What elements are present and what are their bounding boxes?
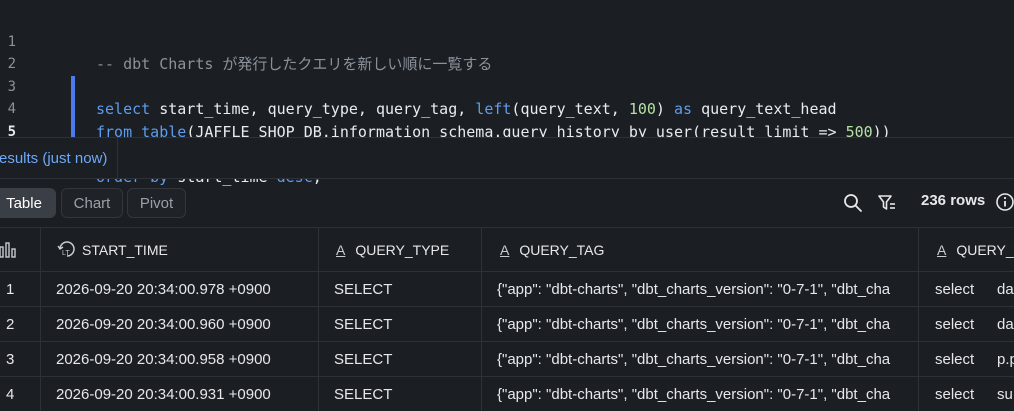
column-header-label: QUERY_TYPE	[355, 241, 450, 258]
cell-query-text[interactable]: select	[935, 307, 985, 341]
column-header-label: QUERY_TAG	[519, 241, 605, 258]
svg-text:LT: LT	[62, 250, 70, 257]
cell-query-text[interactable]: select	[935, 342, 985, 376]
column-stats-header[interactable]	[0, 228, 40, 271]
cell-start-time[interactable]: 2026-09-20 20:34:00.931 +0900	[56, 377, 316, 411]
cell-start-time[interactable]: 2026-09-20 20:34:00.958 +0900	[56, 342, 316, 376]
results-panel-header: esults (just now)	[0, 137, 1014, 179]
clock-icon: LT	[57, 240, 75, 257]
cell-query-tag[interactable]: {"app": "dbt-charts", "dbt_charts_versio…	[497, 377, 918, 411]
code-line-3[interactable]: 3 from table(JAFFLE_SHOP_DB.information_…	[0, 53, 1014, 141]
cell-query-tag[interactable]: {"app": "dbt-charts", "dbt_charts_versio…	[497, 342, 918, 376]
column-header-query-type[interactable]: A QUERY_TYPE	[336, 228, 476, 271]
cell-query-text[interactable]: select	[935, 377, 985, 411]
code-line-1[interactable]: 1 -- dbt Charts が発行したクエリを新しい順に一覧する	[0, 8, 1014, 74]
table-row[interactable]: 4 2026-09-20 20:34:00.931 +0900 SELECT {…	[0, 377, 1014, 411]
table-header-row: LT START_TIME A QUERY_TYPE A QUERY_TAG A…	[0, 227, 1014, 272]
table-row[interactable]: 3 2026-09-20 20:34:00.958 +0900 SELECT {…	[0, 342, 1014, 377]
chart-view-button[interactable]: Chart	[61, 188, 123, 218]
cell-query-text-continued[interactable]: su	[997, 377, 1014, 411]
text-type-icon: A	[336, 241, 346, 258]
info-icon[interactable]	[995, 192, 1014, 212]
table-row[interactable]: 2 2026-09-20 20:34:00.960 +0900 SELECT {…	[0, 307, 1014, 342]
cell-query-type[interactable]: SELECT	[334, 377, 474, 411]
results-toolbar: Table Chart Pivot 236 rows	[0, 180, 1014, 226]
cell-query-text-continued[interactable]: p.p	[997, 342, 1014, 376]
code-line-4[interactable]: 4 where query_tag like '%dbt-charts%'	[0, 76, 1014, 163]
code-line-2[interactable]: 2 select start_time, query_type, query_t…	[0, 31, 1014, 118]
cell-query-type[interactable]: SELECT	[334, 272, 474, 306]
row-number: 1	[6, 280, 15, 298]
cell-query-type[interactable]: SELECT	[334, 307, 474, 341]
column-header-start-time[interactable]: LT START_TIME	[56, 228, 306, 271]
cell-query-tag[interactable]: {"app": "dbt-charts", "dbt_charts_versio…	[497, 272, 918, 306]
row-count: 236 rows	[921, 192, 986, 209]
column-header-query-tag[interactable]: A QUERY_TAG	[500, 228, 800, 271]
column-header-label: QUERY_T	[956, 241, 1014, 258]
column-divider	[481, 228, 482, 271]
results-tab[interactable]: esults (just now)	[0, 138, 119, 179]
sql-editor[interactable]: 1 -- dbt Charts が発行したクエリを新しい順に一覧する 2 sel…	[0, 0, 1014, 186]
text-type-icon: A	[937, 241, 947, 258]
search-icon[interactable]	[842, 192, 864, 214]
cell-start-time[interactable]: 2026-09-20 20:34:00.978 +0900	[56, 272, 316, 306]
column-divider	[40, 228, 41, 271]
row-number: 4	[6, 385, 15, 403]
cell-query-tag[interactable]: {"app": "dbt-charts", "dbt_charts_versio…	[497, 307, 918, 341]
column-header-query-text[interactable]: A QUERY_T	[937, 228, 1014, 271]
code-line-5[interactable]: 5 order by start_time desc;	[0, 98, 1014, 186]
cell-query-text-continued[interactable]: da	[997, 307, 1014, 341]
text-type-icon: A	[500, 241, 510, 258]
column-divider	[318, 228, 319, 271]
table-row[interactable]: 1 2026-09-20 20:34:00.978 +0900 SELECT {…	[0, 272, 1014, 307]
cell-query-text-continued[interactable]: da	[997, 272, 1014, 306]
row-number: 3	[6, 350, 15, 368]
row-number: 2	[6, 315, 15, 333]
pivot-view-button[interactable]: Pivot	[127, 188, 186, 218]
column-divider	[918, 228, 919, 271]
results-tab-label: esults (just now)	[0, 150, 108, 167]
cell-start-time[interactable]: 2026-09-20 20:34:00.960 +0900	[56, 307, 316, 341]
table-view-button[interactable]: Table	[0, 188, 56, 218]
bar-chart-icon	[0, 241, 16, 258]
cell-query-text[interactable]: select	[935, 272, 985, 306]
column-header-label: START_TIME	[82, 241, 168, 258]
results-table: LT START_TIME A QUERY_TYPE A QUERY_TAG A…	[0, 227, 1014, 411]
filter-icon[interactable]	[876, 192, 898, 214]
cell-query-type[interactable]: SELECT	[334, 342, 474, 376]
